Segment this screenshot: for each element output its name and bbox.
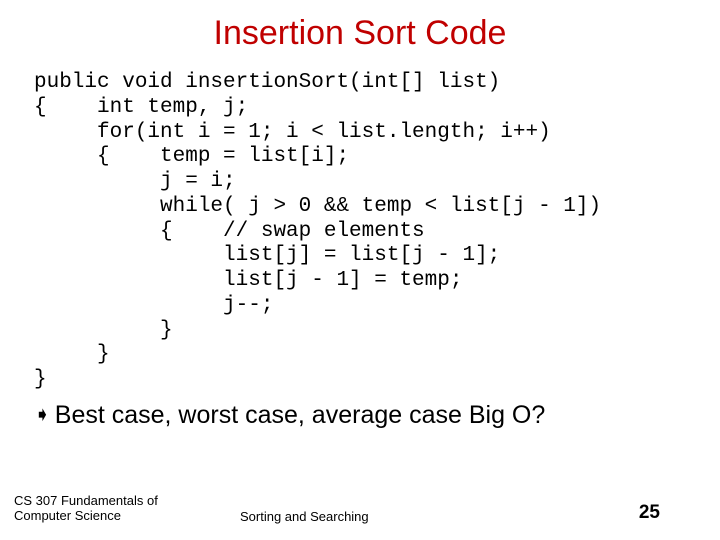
footer-left-line1: CS 307 Fundamentals of	[14, 493, 200, 509]
footer: CS 307 Fundamentals of Computer Science …	[0, 493, 720, 524]
footer-center: Sorting and Searching	[200, 509, 639, 524]
bullet-text: Best case, worst case, average case Big …	[55, 401, 546, 430]
bullet-icon: ➧	[34, 401, 51, 429]
code-block: public void insertionSort(int[] list) { …	[0, 71, 720, 393]
footer-left-line2: Computer Science	[14, 508, 200, 524]
bullet-item: ➧ Best case, worst case, average case Bi…	[0, 393, 720, 430]
slide-title: Insertion Sort Code	[0, 0, 720, 71]
footer-left: CS 307 Fundamentals of Computer Science	[0, 493, 200, 524]
page-number: 25	[639, 502, 720, 524]
